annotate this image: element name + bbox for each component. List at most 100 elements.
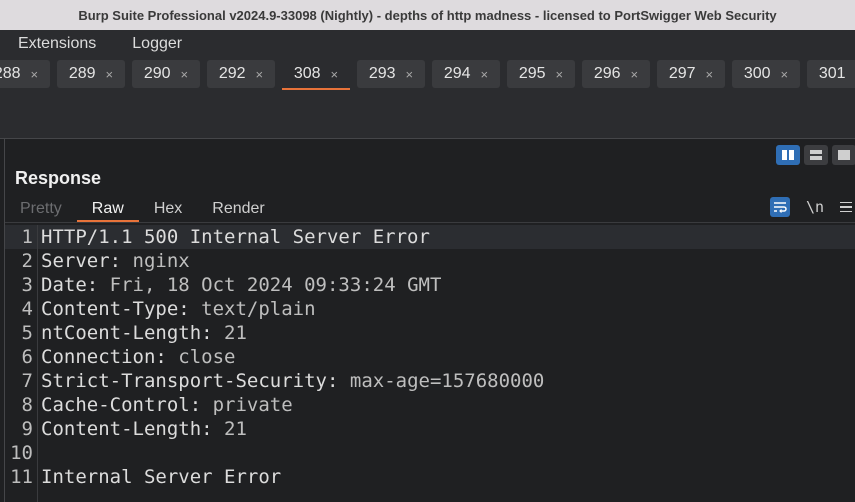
close-icon[interactable]: × <box>181 67 189 82</box>
header-value: max-age=157680000 <box>349 370 545 392</box>
word-wrap-button[interactable] <box>769 197 790 217</box>
tab-289[interactable]: 289 × <box>57 60 125 88</box>
tab-292[interactable]: 292 × <box>207 60 275 88</box>
menu-logger[interactable]: Logger <box>114 30 200 58</box>
gutter-divider <box>37 225 38 502</box>
tab-295[interactable]: 295 × <box>507 60 575 88</box>
tab-label: 292 <box>218 65 246 82</box>
tab-label: 295 <box>518 65 546 82</box>
layout-toggle-group <box>776 145 855 165</box>
line-content: Content-Length: 21 <box>41 417 247 441</box>
tab-raw[interactable]: Raw <box>76 196 139 222</box>
code-line: 7 Strict-Transport-Security: max-age=1576… <box>5 369 855 393</box>
header-name: Content-Length <box>41 418 202 440</box>
editor-divider <box>5 222 855 223</box>
header-value: nginx <box>132 250 190 272</box>
line-content: Internal Server Error <box>41 465 281 489</box>
line-number: 1 <box>21 226 33 248</box>
tab-288[interactable]: 288 × <box>0 60 50 88</box>
tab-label: 294 <box>443 65 471 82</box>
code-line: 1 HTTP/1.1 500 Internal Server Error <box>5 225 855 249</box>
code-line: 9 Content-Length: 21 <box>5 417 855 441</box>
square-icon <box>838 150 850 160</box>
tab-label: 300 <box>743 65 771 82</box>
tab-label: 289 <box>68 65 96 82</box>
header-name: Server <box>41 250 110 272</box>
header-name: HTTP/1.1 500 Internal Server Error <box>41 226 430 248</box>
close-icon[interactable]: × <box>31 67 39 82</box>
code-lines: 1 HTTP/1.1 500 Internal Server Error 2 Serv… <box>5 225 855 489</box>
header-name: ntCoent-Length <box>41 322 202 344</box>
tab-290[interactable]: 290 × <box>132 60 200 88</box>
response-view-tabs: Pretty Raw Hex Render <box>5 196 280 222</box>
header-value: private <box>212 394 293 416</box>
stacked-view-button[interactable] <box>804 145 828 165</box>
line-number: 9 <box>21 418 33 440</box>
line-content: Cache-Control: private <box>41 393 293 417</box>
close-icon[interactable]: × <box>631 67 639 82</box>
line-content: ntCoent-Length: 21 <box>41 321 247 345</box>
code-line: 3 Date: Fri, 18 Oct 2024 09:33:24 GMT <box>5 273 855 297</box>
line-number: 2 <box>21 250 33 272</box>
close-icon[interactable]: × <box>706 67 714 82</box>
header-name: Internal Server Error <box>41 466 282 488</box>
tab-label: 296 <box>593 65 621 82</box>
line-number: 3 <box>21 274 33 296</box>
response-title: Response <box>15 168 102 188</box>
header-name: Strict-Transport-Security <box>41 370 327 392</box>
tab-293[interactable]: 293 × <box>357 60 425 88</box>
tab-pretty[interactable]: Pretty <box>5 196 77 222</box>
code-line: 4 Content-Type: text/plain <box>5 297 855 321</box>
response-editor[interactable]: 1 HTTP/1.1 500 Internal Server Error 2 Serv… <box>5 225 855 502</box>
close-icon[interactable]: × <box>106 67 114 82</box>
line-number: 6 <box>21 346 33 368</box>
close-icon[interactable]: × <box>331 67 339 82</box>
tab-301[interactable]: 301× <box>807 60 855 88</box>
tab-label: 293 <box>368 65 396 82</box>
line-number: 7 <box>21 370 33 392</box>
tab-300[interactable]: 300 × <box>732 60 800 88</box>
rows-icon <box>810 150 822 160</box>
header-separator: : <box>201 322 225 344</box>
close-icon[interactable]: × <box>781 67 789 82</box>
tab-296[interactable]: 296 × <box>582 60 650 88</box>
split-view-button[interactable] <box>776 145 800 165</box>
line-content: Server: nginx <box>41 249 190 273</box>
header-separator: : <box>326 370 350 392</box>
header-separator: : <box>189 394 213 416</box>
line-content: Date: Fri, 18 Oct 2024 09:33:24 GMT <box>41 273 441 297</box>
code-line: 2 Server: nginx <box>5 249 855 273</box>
line-number: 11 <box>10 466 33 488</box>
line-number: 4 <box>21 298 33 320</box>
show-newlines-toggle[interactable]: \n <box>806 198 824 216</box>
menu-extensions[interactable]: Extensions <box>0 30 114 58</box>
tab-render[interactable]: Render <box>197 196 279 222</box>
tab-label: 290 <box>143 65 171 82</box>
header-value: 21 <box>224 418 247 440</box>
header-name: Date <box>41 274 87 296</box>
tab-label: 297 <box>668 65 696 82</box>
line-content: Strict-Transport-Security: max-age=15768… <box>41 369 544 393</box>
tab-hex[interactable]: Hex <box>139 196 197 222</box>
tab-308[interactable]: 308 × <box>282 60 350 90</box>
close-icon[interactable]: × <box>406 67 414 82</box>
line-content: Content-Type: text/plain <box>41 297 316 321</box>
tab-294[interactable]: 294 × <box>432 60 500 88</box>
wrap-icon <box>773 202 787 213</box>
line-content: Connection: close <box>41 345 235 369</box>
window-title: Burp Suite Professional v2024.9-33098 (N… <box>0 0 855 30</box>
line-number: 10 <box>10 442 33 464</box>
tab-297[interactable]: 297 × <box>657 60 725 88</box>
tab-list: 288 × 289 × 290 × 292 × 308 × 293 × 294 × 295 × 296 × 297 ×… <box>0 60 855 90</box>
close-icon[interactable]: × <box>481 67 489 82</box>
editor-menu-icon[interactable] <box>840 201 852 213</box>
single-view-button[interactable] <box>832 145 855 165</box>
menu-bar: Extensions Logger <box>0 30 855 58</box>
code-line: 10 <box>5 441 855 465</box>
line-number: 5 <box>21 322 33 344</box>
header-name: Content-Type <box>41 298 179 320</box>
close-icon[interactable]: × <box>556 67 564 82</box>
line-number: 8 <box>21 394 33 416</box>
close-icon[interactable]: × <box>256 67 264 82</box>
code-line: 8 Cache-Control: private <box>5 393 855 417</box>
